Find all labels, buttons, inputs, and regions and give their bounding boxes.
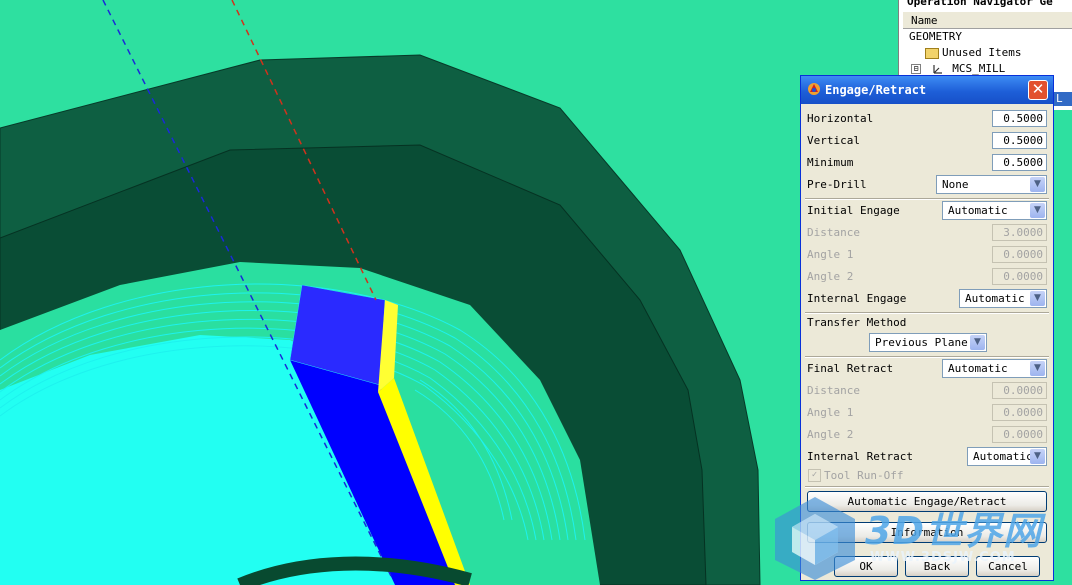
transfer-method-label: Transfer Method [807, 316, 907, 329]
tree-item-unused-items[interactable]: Unused Items [925, 46, 1021, 59]
column-header-name[interactable]: Name [903, 12, 1072, 29]
internal-engage-label: Internal Engage [807, 292, 907, 305]
dialog-title: Engage/Retract [825, 83, 927, 97]
chevron-down-icon: ▼ [1030, 361, 1045, 376]
initial-engage-value: Automatic [948, 204, 1008, 217]
horizontal-input[interactable]: 0.5000 [992, 110, 1047, 127]
ie-angle2-label: Angle 2 [807, 270, 854, 283]
divider [805, 486, 1049, 488]
ie-angle1-label: Angle 1 [807, 248, 854, 261]
fr-angle1-input: 0.0000 [992, 404, 1047, 421]
fr-distance-input: 0.0000 [992, 382, 1047, 399]
divider [805, 356, 1049, 358]
watermark-logo-text: 3D世界网 [865, 509, 1042, 553]
final-retract-label: Final Retract [807, 362, 894, 375]
vertical-label: Vertical [807, 134, 860, 147]
tree-item-label: MCS_MILL [952, 62, 1006, 75]
horizontal-label: Horizontal [807, 112, 874, 125]
pre-drill-label: Pre-Drill [807, 178, 867, 191]
chevron-down-icon: ▼ [970, 335, 985, 350]
watermark-url: WWW.3DSJW.COM [870, 550, 1016, 565]
dialog-titlebar[interactable]: Engage/Retract ✕ [801, 76, 1053, 104]
collapse-icon[interactable]: ⊟ [911, 64, 921, 74]
internal-retract-value: Automatic [973, 450, 1033, 463]
internal-retract-select[interactable]: Automatic ▼ [967, 447, 1047, 466]
final-retract-select[interactable]: Automatic ▼ [942, 359, 1047, 378]
internal-retract-label: Internal Retract [807, 450, 913, 463]
chevron-down-icon: ▼ [1030, 449, 1045, 464]
close-button[interactable]: ✕ [1028, 80, 1048, 100]
pre-drill-select[interactable]: None ▼ [936, 175, 1047, 194]
tree-item-mcs-mill[interactable]: ⊟ MCS_MILL [911, 62, 1005, 75]
coordinate-system-icon [933, 64, 942, 74]
initial-engage-select[interactable]: Automatic ▼ [942, 201, 1047, 220]
minimum-input[interactable]: 0.5000 [992, 154, 1047, 171]
app-logo-icon [808, 83, 820, 95]
chevron-down-icon: ▼ [1030, 203, 1045, 218]
tree-item-label: Unused Items [942, 46, 1022, 59]
divider [805, 312, 1049, 314]
minimum-label: Minimum [807, 156, 854, 169]
pre-drill-value: None [942, 178, 969, 191]
fr-angle2-label: Angle 2 [807, 428, 854, 441]
folder-icon [925, 47, 939, 59]
vertical-input[interactable]: 0.5000 [992, 132, 1047, 149]
tree-item-label: GEOMETRY [909, 30, 962, 43]
ie-distance-input: 3.0000 [992, 224, 1047, 241]
final-retract-value: Automatic [948, 362, 1008, 375]
transfer-method-value: Previous Plane [875, 336, 968, 349]
selected-tree-item[interactable]: L [1053, 92, 1072, 106]
initial-engage-label: Initial Engage [807, 204, 900, 217]
fr-angle1-label: Angle 1 [807, 406, 854, 419]
ie-angle1-input: 0.0000 [992, 246, 1047, 263]
internal-engage-select[interactable]: Automatic ▼ [959, 289, 1047, 308]
tool-run-off-checkbox: ✓ [808, 469, 821, 482]
navigator-title: Operation Navigator Ge [907, 0, 1053, 8]
tool-run-off-label: Tool Run-Off [824, 469, 904, 482]
cube-logo-icon [775, 497, 855, 580]
transfer-method-select[interactable]: Previous Plane ▼ [869, 333, 987, 352]
chevron-down-icon: ▼ [1030, 291, 1045, 306]
divider [805, 198, 1049, 200]
internal-engage-value: Automatic [965, 292, 1025, 305]
tree-item-geometry[interactable]: GEOMETRY [909, 30, 962, 43]
chevron-down-icon: ▼ [1030, 177, 1045, 192]
fr-angle2-input: 0.0000 [992, 426, 1047, 443]
watermark: 3D世界网 WWW.3DSJW.COM [770, 490, 1070, 585]
ie-distance-label: Distance [807, 226, 860, 239]
fr-distance-label: Distance [807, 384, 860, 397]
ie-angle2-input: 0.0000 [992, 268, 1047, 285]
